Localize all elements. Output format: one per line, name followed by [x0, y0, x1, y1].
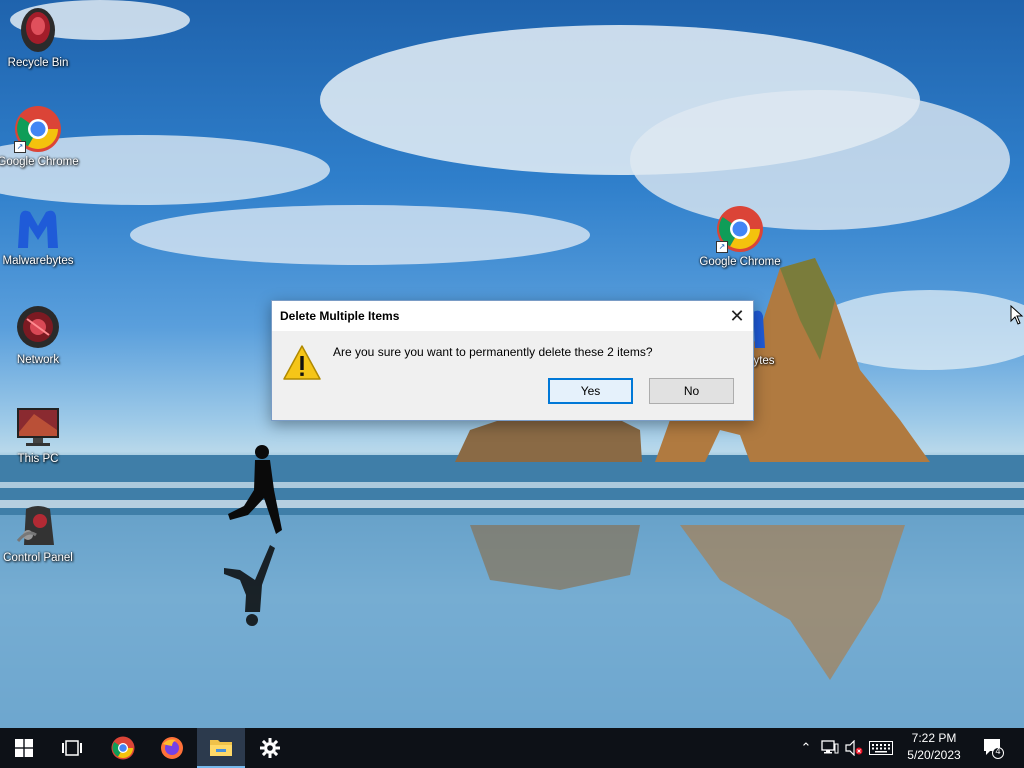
desktop-icon-label: Malwarebytes [2, 255, 74, 267]
taskbar-clock[interactable]: 7:22 PM 5/20/2023 [898, 730, 970, 766]
malwarebytes-icon [14, 204, 62, 252]
touch-keyboard-button[interactable] [868, 738, 894, 758]
desktop-icon-label: Google Chrome [699, 256, 781, 268]
taskbar: ⌃ 7:22 PM 5/20/2023 4 [0, 728, 1024, 768]
desktop-icon-label: Control Panel [3, 552, 73, 564]
clock-date: 5/20/2023 [907, 748, 961, 762]
recycle-bin-icon [14, 6, 62, 54]
firefox-icon [161, 737, 183, 759]
desktop-icon-label: Recycle Bin [7, 57, 69, 69]
desktop-icon-google-chrome-2[interactable]: ↗ Google Chrome [699, 205, 781, 268]
firefox-taskbar-button[interactable] [148, 728, 196, 768]
desktop-icon-recycle-bin[interactable]: Recycle Bin [0, 6, 78, 69]
desktop-icon-label: ytes [753, 355, 775, 367]
desktop-icon-label: Google Chrome [0, 156, 79, 168]
delete-confirmation-dialog: Delete Multiple Items ✕ Are you sure you… [271, 300, 754, 421]
yes-button[interactable]: Yes [548, 378, 633, 404]
desktop-icon-this-pc[interactable]: This PC [0, 402, 78, 465]
task-view-icon [62, 740, 82, 756]
keyboard-icon [869, 741, 893, 755]
network-status-icon [821, 740, 839, 754]
chrome-icon: ↗ [716, 205, 764, 253]
chrome-icon [111, 736, 135, 760]
close-icon: ✕ [729, 305, 745, 326]
control-panel-icon [14, 501, 62, 549]
action-center-button[interactable]: 4 [980, 736, 1006, 760]
start-button[interactable] [0, 728, 48, 768]
windows-logo-icon [15, 739, 33, 757]
file-explorer-taskbar-button[interactable] [197, 728, 245, 768]
mouse-cursor-icon [1010, 305, 1024, 325]
clock-time: 7:22 PM [911, 731, 957, 745]
gear-icon [260, 738, 280, 758]
volume-muted-icon [845, 740, 863, 756]
desktop-icon-label: This PC [17, 453, 59, 465]
volume-tray-button[interactable] [844, 738, 864, 758]
desktop-icon-network[interactable]: Network [0, 303, 78, 366]
warning-icon [283, 345, 321, 380]
chrome-icon: ↗ [14, 105, 62, 153]
chevron-up-icon: ⌃ [800, 740, 812, 755]
desktop-icon-google-chrome[interactable]: ↗ Google Chrome [0, 105, 79, 168]
show-hidden-icons-button[interactable]: ⌃ [798, 738, 814, 758]
network-tray-button[interactable] [820, 738, 840, 758]
dialog-message: Are you sure you want to permanently del… [333, 345, 653, 359]
no-button[interactable]: No [649, 378, 734, 404]
chrome-taskbar-button[interactable] [99, 728, 147, 768]
desktop-icon-control-panel[interactable]: Control Panel [0, 501, 78, 564]
notification-count: 4 [995, 746, 1001, 756]
this-pc-icon [14, 402, 62, 450]
task-view-button[interactable] [48, 728, 96, 768]
close-button[interactable]: ✕ [721, 301, 753, 331]
settings-taskbar-button[interactable] [246, 728, 294, 768]
shortcut-arrow-icon: ↗ [14, 141, 26, 153]
dialog-titlebar[interactable]: Delete Multiple Items ✕ [272, 301, 753, 331]
folder-icon [210, 740, 232, 756]
network-icon [14, 303, 62, 351]
desktop-icon-malwarebytes[interactable]: Malwarebytes [0, 204, 78, 267]
shortcut-arrow-icon: ↗ [716, 241, 728, 253]
desktop-icon-label: Network [16, 354, 60, 366]
dialog-title: Delete Multiple Items [280, 309, 400, 323]
